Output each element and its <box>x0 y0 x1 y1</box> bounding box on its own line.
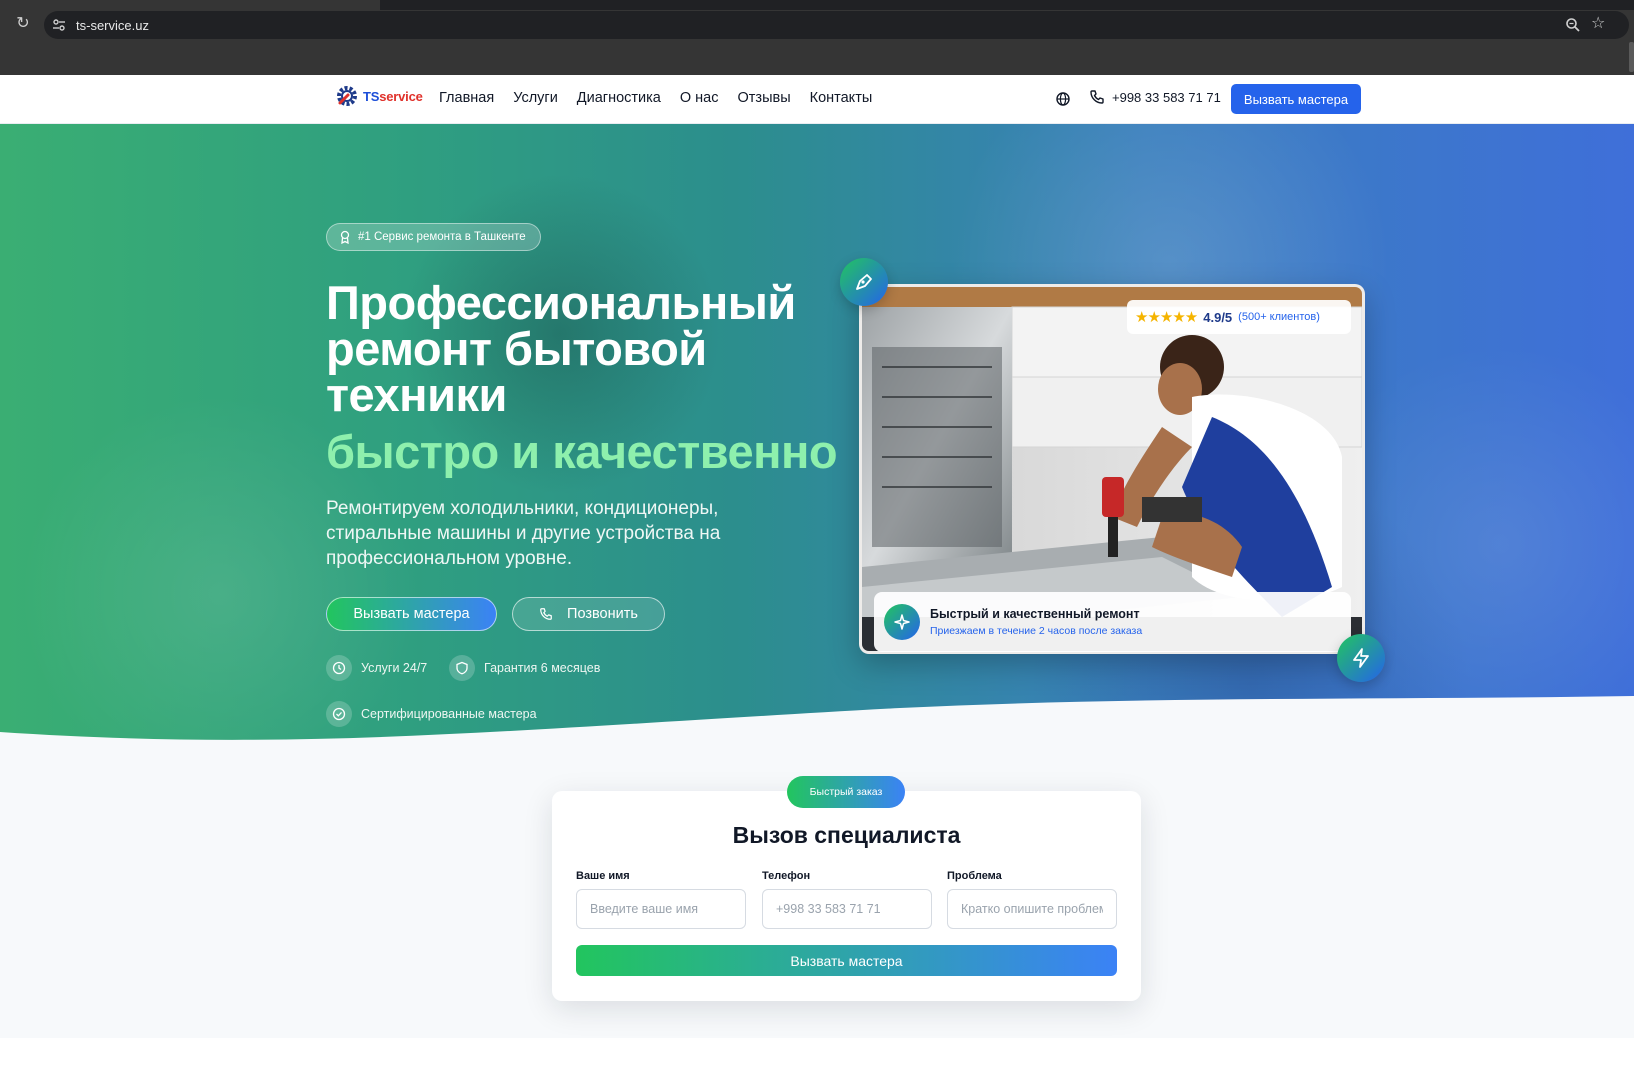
phone-icon <box>540 608 552 620</box>
quick-order-tag: Быстрый заказ <box>787 776 905 808</box>
feature-label: Гарантия 6 месяцев <box>484 661 601 675</box>
problem-label: Проблема <box>947 870 1002 882</box>
phone-input[interactable] <box>762 889 932 929</box>
award-icon <box>340 230 350 244</box>
bookmark-star-icon[interactable]: ☆ <box>1591 15 1609 33</box>
hero-description: Ремонтируем холодильники, кондиционеры, … <box>326 498 721 569</box>
name-label: Ваше имя <box>576 870 630 882</box>
feature-warranty: Гарантия 6 месяцев <box>449 655 600 681</box>
fast-repair-subtitle: Приезжаем в течение 2 часов после заказа <box>930 625 1143 637</box>
zoom-icon[interactable] <box>1565 17 1581 33</box>
nav-contacts[interactable]: Контакты <box>810 90 873 106</box>
browser-scrollbar[interactable] <box>1629 42 1634 72</box>
logo-ts: TS <box>363 88 380 104</box>
logo-text: TSservice <box>363 89 423 104</box>
lightning-icon <box>1337 634 1385 682</box>
nav-home[interactable]: Главная <box>439 90 494 106</box>
clock-icon <box>326 655 352 681</box>
address-bar[interactable]: ts-service.uz ☆ <box>44 11 1629 39</box>
problem-input[interactable] <box>947 889 1117 929</box>
nav-about[interactable]: О нас <box>680 90 719 106</box>
hero-call-button-label: Позвонить <box>567 606 638 622</box>
hero-title-line-2: ремонт бытовой <box>326 322 707 375</box>
phone-label: Телефон <box>762 870 811 882</box>
hero-wave-divider <box>0 696 1634 780</box>
hero-section: #1 Сервис ремонта в Ташкенте Профессиона… <box>0 124 1634 780</box>
sparkles-icon <box>884 604 920 640</box>
site-header: TSservice Главная Услуги Диагностика О н… <box>0 75 1634 124</box>
rating-value: 4.9/5 <box>1203 309 1233 325</box>
hero-call-button[interactable]: Позвонить <box>512 597 665 631</box>
site-info-icon[interactable] <box>44 11 74 39</box>
browser-toolbar: ↻ ts-service.uz ☆ <box>0 0 1634 75</box>
main-nav: Главная Услуги Диагностика О нас Отзывы … <box>439 90 891 106</box>
header-phone[interactable]: +998 33 583 71 71 <box>1089 89 1221 105</box>
hero-title-line-3: техники <box>326 368 507 421</box>
call-master-button[interactable]: Вызвать мастера <box>1231 84 1361 114</box>
nav-diagnostics[interactable]: Диагностика <box>577 90 661 106</box>
fast-repair-card: Быстрый и качественный ремонт Приезжаем … <box>874 592 1351 652</box>
rating-badge: ★★★★★ 4.9/5 (500+ клиентов) <box>1127 300 1351 334</box>
nav-services[interactable]: Услуги <box>513 90 558 106</box>
phone-icon <box>1090 90 1104 104</box>
logo-service: service <box>379 88 423 104</box>
tab-strip <box>0 0 1634 10</box>
hero-badge: #1 Сервис ремонта в Ташкенте <box>326 223 541 251</box>
fast-repair-title: Быстрый и качественный ремонт <box>930 607 1140 621</box>
hero-badge-text: #1 Сервис ремонта в Ташкенте <box>358 231 526 243</box>
order-submit-button[interactable]: Вызвать мастера <box>576 945 1117 976</box>
pen-tool-icon <box>840 258 888 306</box>
shield-icon <box>449 655 475 681</box>
hero-title-line-1: Профессиональный <box>326 276 796 329</box>
name-input[interactable] <box>576 889 746 929</box>
logo[interactable]: TSservice <box>335 84 423 108</box>
hero-title: Профессиональный ремонт бытовой техники <box>326 276 846 421</box>
globe-icon[interactable] <box>1055 91 1071 107</box>
feature-label: Услуги 24/7 <box>361 661 428 675</box>
feature-24-7: Услуги 24/7 <box>326 655 427 681</box>
rating-count: (500+ клиентов) <box>1238 311 1320 323</box>
url-text: ts-service.uz <box>76 17 149 33</box>
gear-logo-icon <box>337 86 357 106</box>
phone-number: +998 33 583 71 71 <box>1112 89 1221 105</box>
rating-stars-icon: ★★★★★ <box>1135 309 1198 326</box>
hero-call-master-button[interactable]: Вызвать мастера <box>326 597 497 631</box>
reload-icon[interactable]: ↻ <box>14 15 32 33</box>
order-title: Вызов специалиста <box>732 822 961 848</box>
hero-title-accent: быстро и качественно <box>326 425 838 478</box>
active-tab[interactable] <box>0 0 380 10</box>
nav-reviews[interactable]: Отзывы <box>738 90 791 106</box>
